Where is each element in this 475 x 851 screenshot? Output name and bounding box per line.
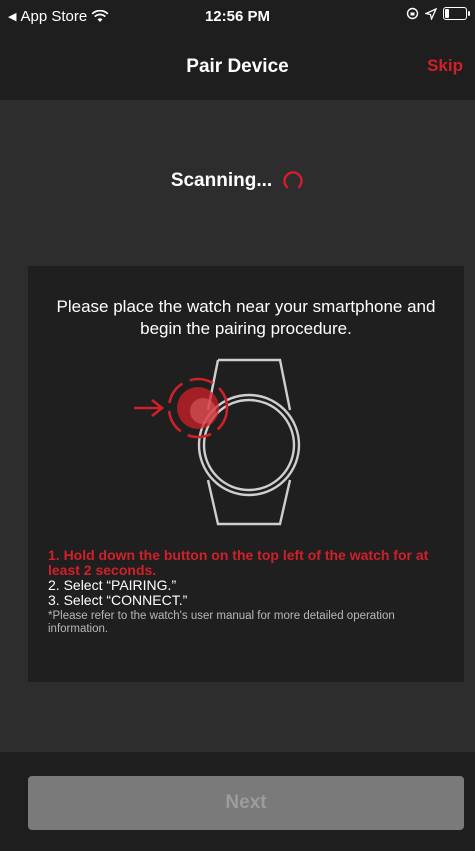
battery-icon [443, 7, 470, 20]
location-icon [425, 7, 437, 20]
spinner-icon [283, 171, 303, 189]
instruction-text: Please place the watch near your smartph… [56, 297, 436, 338]
screen-lock-icon [406, 7, 419, 20]
scanning-label: Scanning... [170, 170, 273, 191]
step-1: 1. Hold down the button on the top left … [48, 547, 429, 578]
steps-list: 1. Hold down the button on the top left … [48, 548, 458, 636]
page-title: Pair Device [186, 56, 289, 77]
instruction-panel: Please place the watch near your smartph… [28, 266, 464, 682]
skip-button[interactable]: Skip [427, 56, 463, 76]
scanning-indicator: Scanning... [0, 170, 475, 192]
watch-illustration [134, 358, 301, 526]
step-2: 2. Select “PAIRING.” [48, 577, 177, 593]
nav-bar: Pair Device Skip [0, 36, 475, 100]
step-3: 3. Select “CONNECT.” [48, 592, 188, 608]
manual-note: *Please refer to the watch's user manual… [48, 610, 395, 635]
arrow-icon [134, 398, 165, 418]
bottom-bar: Next [0, 752, 475, 851]
next-button[interactable]: Next [28, 776, 464, 830]
clock: 12:56 PM [204, 8, 271, 25]
status-bar: ◀ App Store 12:56 PM [0, 0, 475, 36]
